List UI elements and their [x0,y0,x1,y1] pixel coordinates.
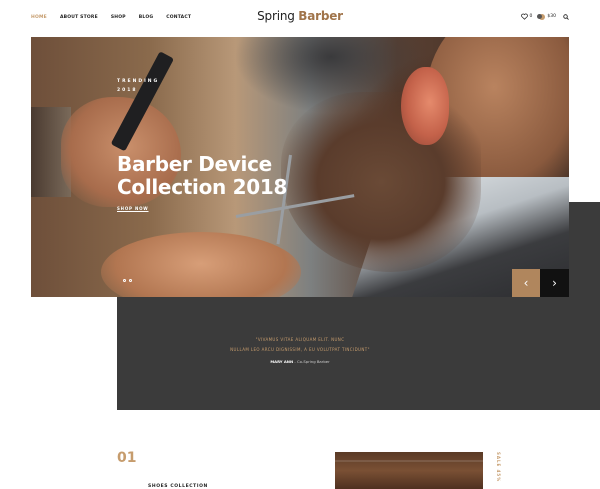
slider-dots [123,279,132,282]
cart-button[interactable]: $30 [537,13,556,20]
hero-title-line-2: Collection 2018 [117,175,288,199]
wishlist-button[interactable]: 0 [520,13,533,20]
cart-icon [537,13,546,20]
hero-title-line-1: Barber Device [117,152,272,176]
hero-trending-label: TRENDING [117,79,160,84]
quote-line-2: NULLAM LEO ARCU DIGNISSIM, A EU VOLUTPAT… [230,347,370,352]
hero-image-ear [401,67,449,145]
hero-trending-year: 2018 [117,88,138,93]
logo-light-text: Spring [257,9,299,23]
section-number: 01 [117,450,137,466]
hero-image-beard [281,92,481,272]
testimonial-author: MARY ANN - Co-Spring Barber [200,359,400,364]
quote-line-1: "VIVAMUS VITAE ALIQUAM ELIT. NUNC [255,337,345,342]
sale-badge: SALE 45% [496,452,501,483]
site-header: HOME ABOUT STORE SHOP BLOG CONTACT Sprin… [0,0,600,36]
shop-now-link[interactable]: SHOP NOW [117,206,149,211]
author-role: - Co-Spring Barber [293,359,330,364]
heart-icon [520,13,528,20]
site-logo[interactable]: Spring Barber [0,9,600,23]
slider-next-button[interactable]: › [540,269,569,297]
slider-prev-button[interactable]: ‹ [512,269,540,297]
chevron-right-icon: › [552,276,557,290]
slider-dot-2[interactable] [129,279,132,282]
section-title: SHOES COLLECTION [148,484,208,489]
slider-dot-1[interactable] [123,279,126,282]
search-icon [563,13,569,20]
wishlist-count: 0 [529,14,533,19]
header-tools: 0 $30 [520,13,569,20]
hero-title: Barber Device Collection 2018 [117,153,287,199]
author-name: MARY ANN [270,359,294,364]
hero-image-hand-scissors [101,232,301,297]
search-button[interactable] [563,13,569,20]
logo-bold-text: Barber [298,9,343,23]
chevron-left-icon: ‹ [523,276,529,290]
hero-eyebrow: TRENDING 2018 [117,77,159,95]
product-image[interactable] [335,452,483,489]
cart-total: $30 [547,14,556,19]
hero-slider[interactable]: TRENDING 2018 Barber Device Collection 2… [31,37,569,297]
testimonial-quote: "VIVAMUS VITAE ALIQUAM ELIT. NUNC NULLAM… [200,335,400,355]
